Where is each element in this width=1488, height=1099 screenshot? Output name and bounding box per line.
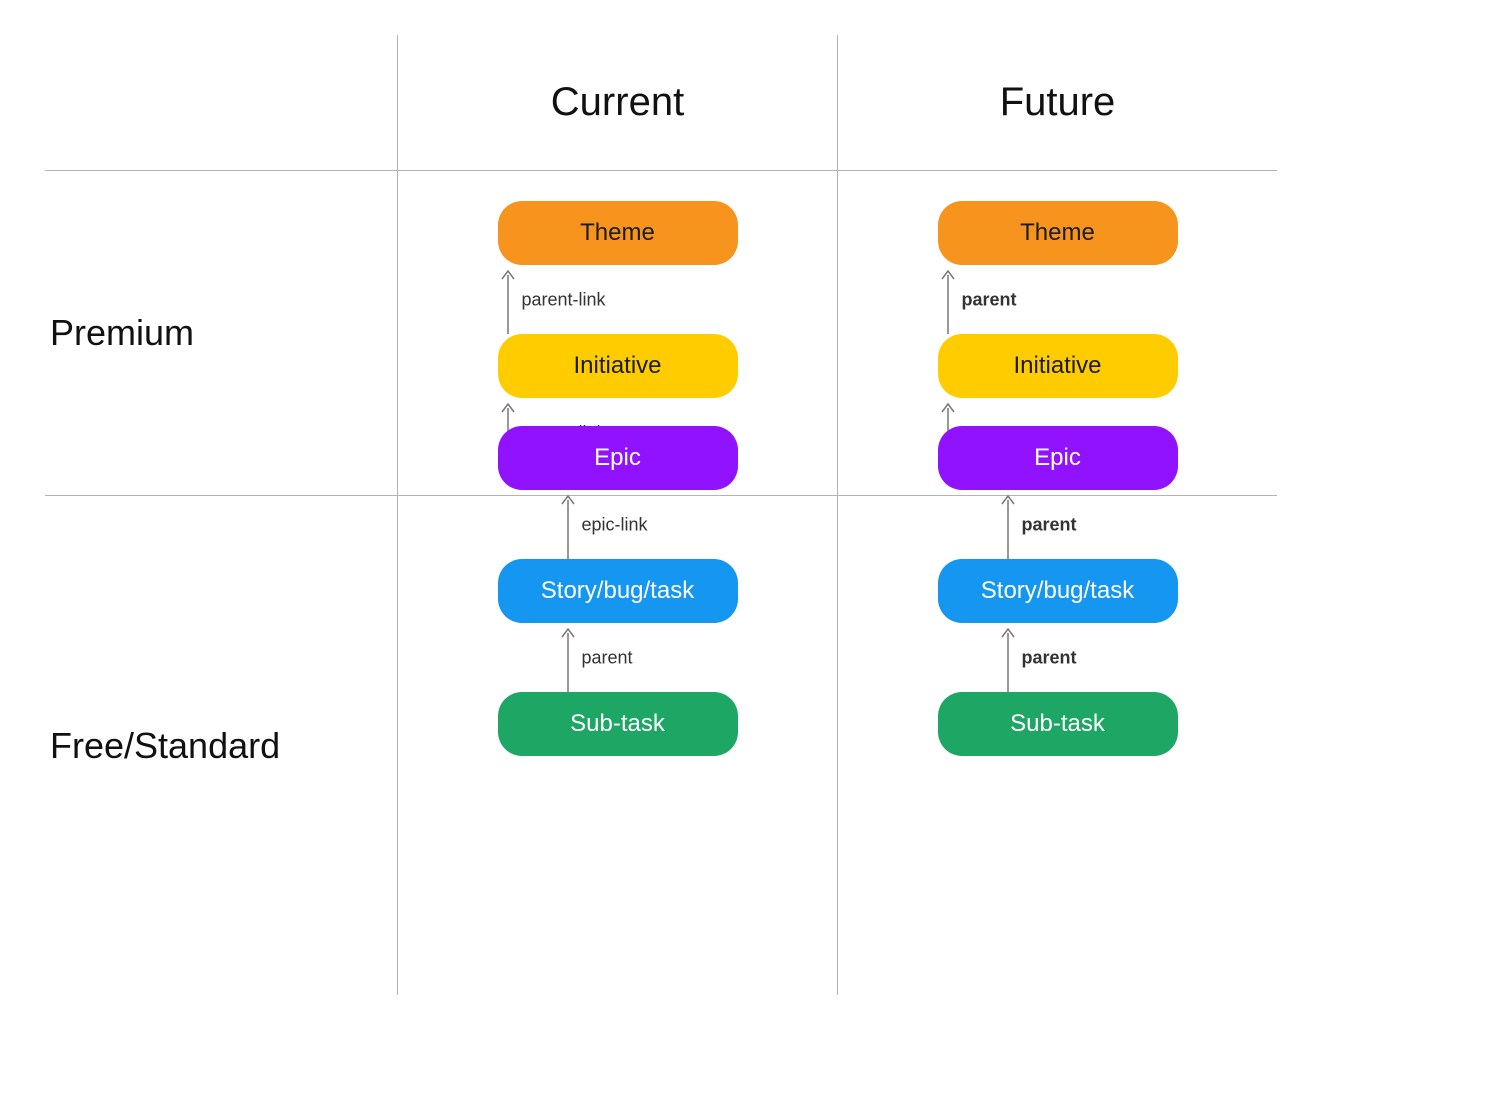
corner-empty bbox=[45, 35, 397, 170]
column-header-current: Current bbox=[397, 35, 837, 170]
cell-free-current: Epic epic-link Story/bug/task parent Sub… bbox=[397, 495, 837, 995]
column-header-future: Future bbox=[837, 35, 1277, 170]
node-initiative: Initiative bbox=[938, 334, 1178, 398]
row-label-free: Free/Standard bbox=[45, 495, 397, 995]
node-initiative: Initiative bbox=[498, 334, 738, 398]
node-theme: Theme bbox=[938, 201, 1178, 265]
node-subtask: Sub-task bbox=[498, 692, 738, 756]
link-label: parent bbox=[1022, 647, 1077, 668]
comparison-grid: Current Future Premium Theme parent-link… bbox=[45, 35, 1443, 995]
link-label: parent bbox=[962, 289, 1017, 310]
link-label: parent bbox=[582, 647, 633, 668]
link-label: parent bbox=[1022, 514, 1077, 535]
link-label: epic-link bbox=[582, 514, 648, 535]
arrow-initiative-to-theme: parent-link bbox=[498, 265, 618, 334]
arrow-story-to-epic: epic-link bbox=[558, 490, 678, 559]
node-epic: Epic bbox=[938, 426, 1178, 490]
node-story: Story/bug/task bbox=[938, 559, 1178, 623]
arrow-subtask-to-story: parent bbox=[558, 623, 678, 692]
arrow-subtask-to-story: parent bbox=[998, 623, 1118, 692]
node-subtask: Sub-task bbox=[938, 692, 1178, 756]
node-theme: Theme bbox=[498, 201, 738, 265]
row-label-premium: Premium bbox=[45, 170, 397, 495]
node-epic: Epic bbox=[498, 426, 738, 490]
link-label: parent-link bbox=[522, 289, 606, 310]
cell-free-future: Epic parent Story/bug/task parent Sub-ta… bbox=[837, 495, 1277, 995]
node-story: Story/bug/task bbox=[498, 559, 738, 623]
arrow-story-to-epic: parent bbox=[998, 490, 1118, 559]
arrow-initiative-to-theme: parent bbox=[938, 265, 1058, 334]
